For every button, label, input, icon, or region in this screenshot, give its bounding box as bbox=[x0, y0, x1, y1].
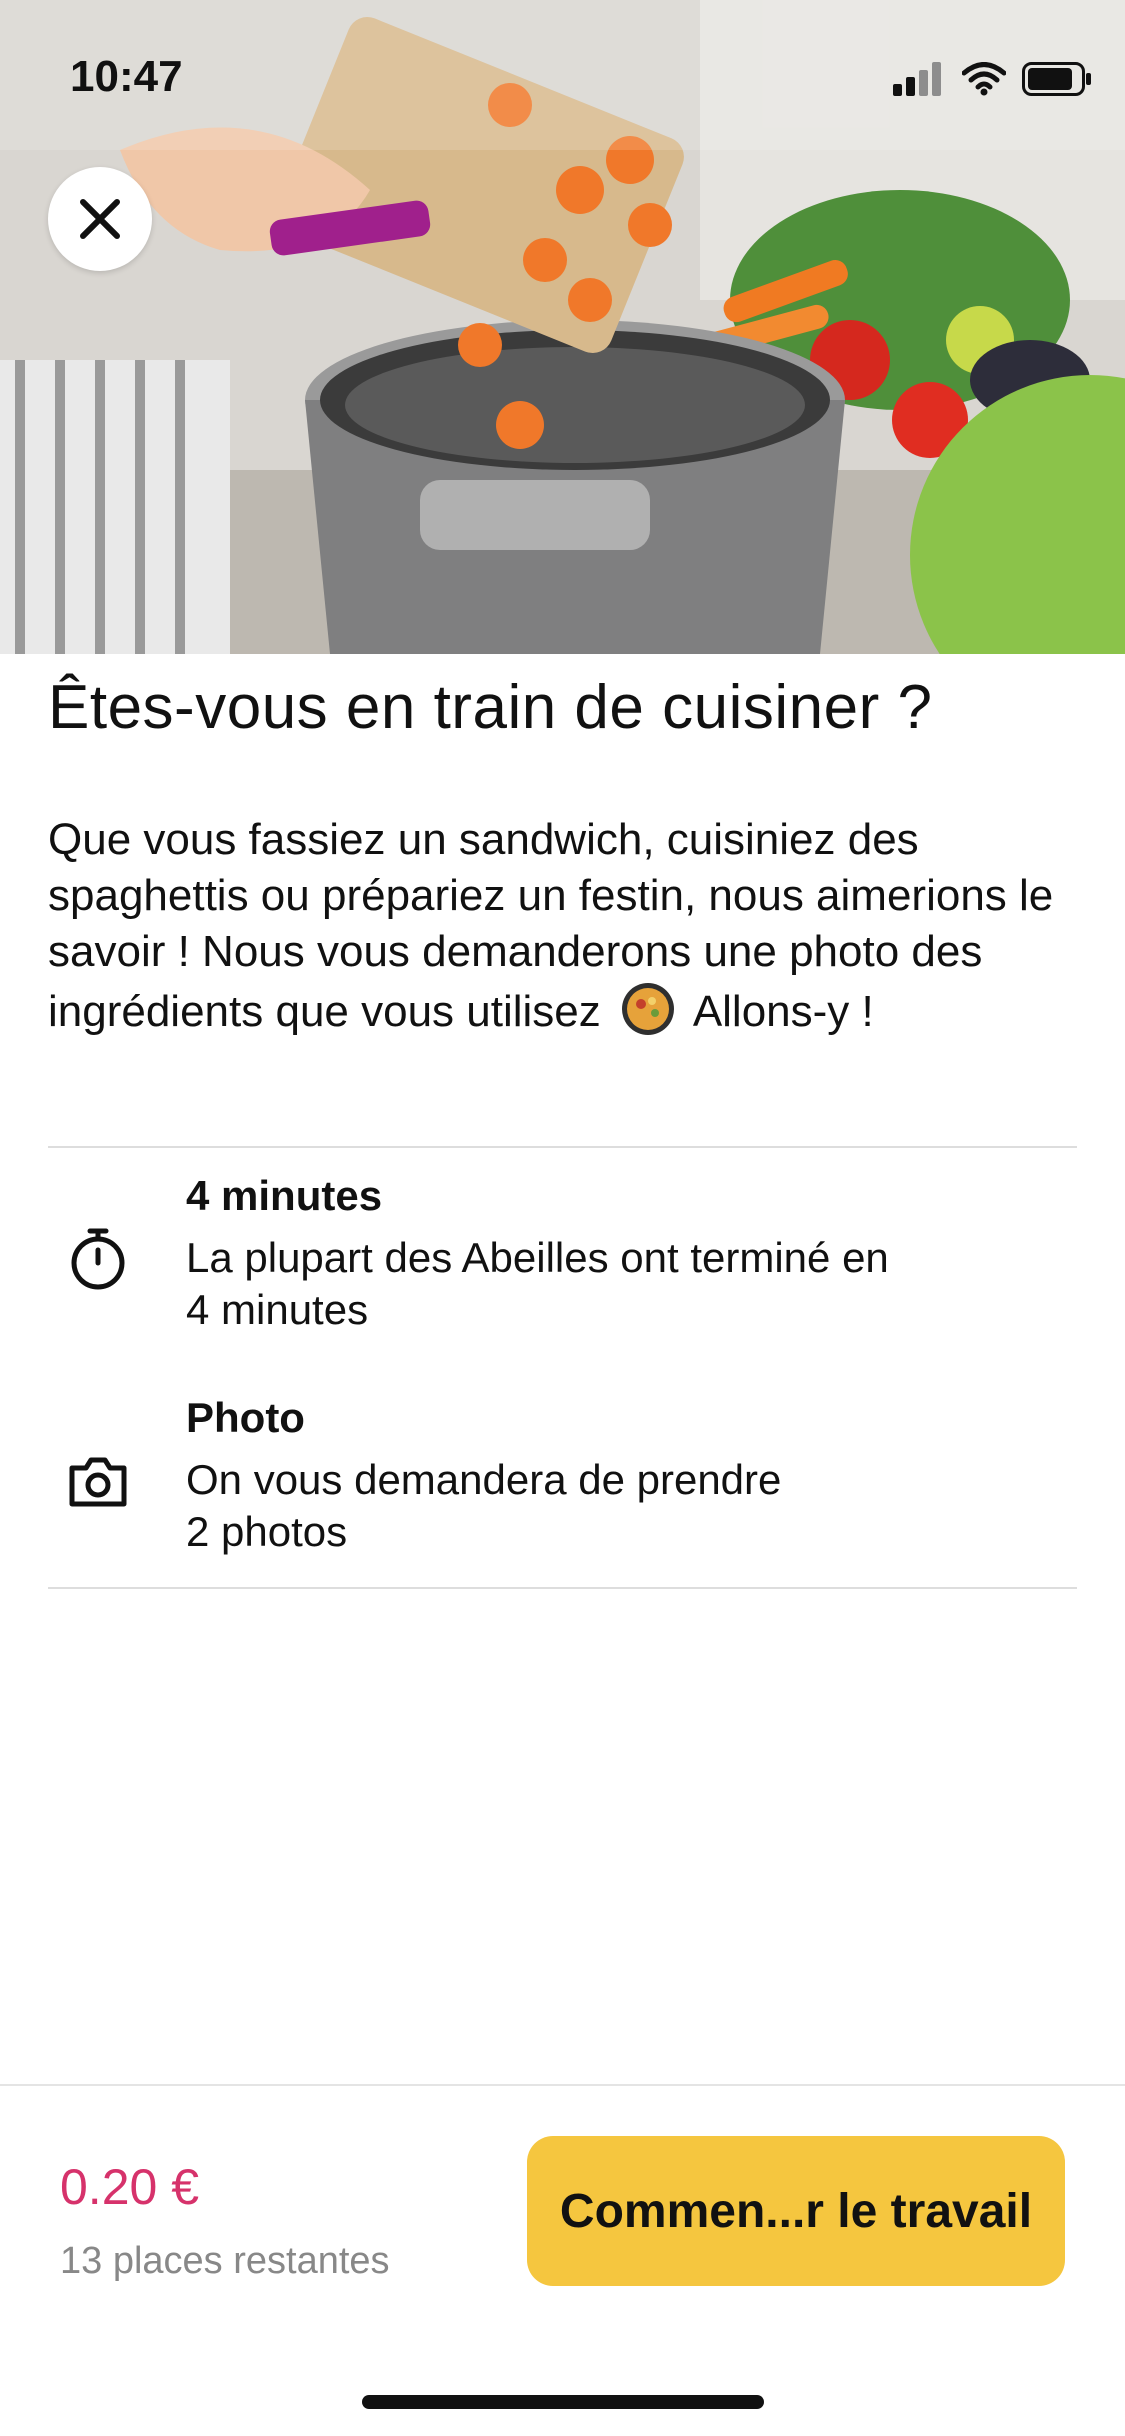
status-time: 10:47 bbox=[70, 52, 183, 101]
duration-heading: 4 minutes bbox=[186, 1172, 383, 1219]
wifi-icon bbox=[962, 62, 1006, 96]
stopwatch-icon bbox=[71, 1228, 125, 1290]
duration-text-line2: 4 minutes bbox=[186, 1286, 369, 1333]
photo-heading: Photo bbox=[186, 1394, 305, 1441]
divider-top bbox=[48, 1146, 1077, 1148]
description-text: Que vous fassiez un sandwich, cuisiniez … bbox=[48, 815, 1054, 1036]
photo-text-line2: 2 photos bbox=[186, 1508, 348, 1555]
reward-price: 0.20 € bbox=[60, 2159, 200, 2215]
description-cta: Allons-y ! bbox=[692, 987, 874, 1036]
footer-divider bbox=[0, 2084, 1125, 2086]
status-bar: 10:47 bbox=[0, 0, 1125, 150]
close-icon bbox=[80, 199, 120, 239]
battery-icon bbox=[1022, 62, 1091, 96]
camera-icon bbox=[69, 1457, 127, 1507]
divider-bottom bbox=[48, 1587, 1077, 1589]
photo-text-line1: On vous demandera de prendre bbox=[186, 1456, 782, 1503]
page-title: Êtes-vous en train de cuisiner ? bbox=[48, 673, 933, 742]
duration-text-line1: La plupart des Abeilles ont terminé en bbox=[186, 1234, 889, 1281]
paella-pan-icon bbox=[622, 983, 675, 1035]
task-description: Que vous fassiez un sandwich, cuisiniez … bbox=[48, 812, 1088, 1040]
start-task-button[interactable]: Commen...r le travail bbox=[527, 2136, 1065, 2286]
close-button[interactable] bbox=[48, 167, 152, 271]
signal-icon bbox=[893, 62, 941, 96]
home-indicator bbox=[362, 2395, 764, 2409]
places-remaining: 13 places restantes bbox=[60, 2240, 390, 2282]
